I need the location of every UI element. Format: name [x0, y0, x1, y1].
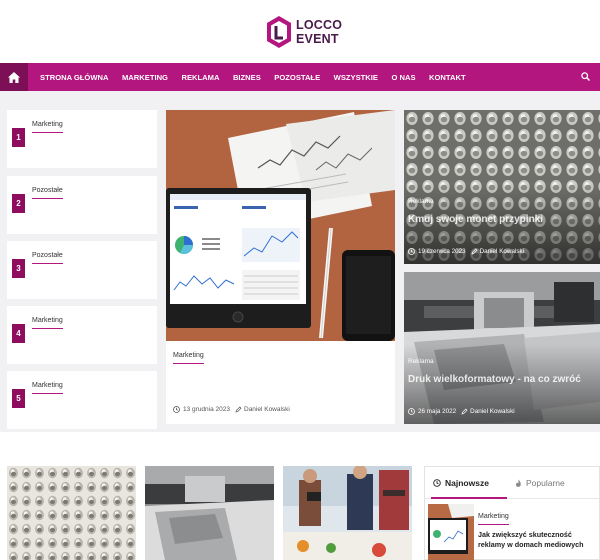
side-post-title[interactable]: Druk wielkoformatowy - na co zwróć — [408, 374, 581, 385]
side-post-title[interactable]: Kmuj swoje monet przypinki — [408, 214, 543, 225]
side-post-card[interactable]: Reklama Druk wielkoformatowy - na co zwr… — [404, 272, 600, 424]
pencil-icon — [461, 408, 468, 415]
main-navigation: STRONA GŁÓWNA MARKETING REKLAMA BIZNES P… — [0, 63, 600, 91]
nav-home-button[interactable] — [0, 63, 28, 91]
list-number-badge: 1 — [12, 128, 25, 147]
nav-item-wszystkie[interactable]: WSZYSTKIE — [334, 73, 378, 82]
search-icon[interactable] — [581, 72, 590, 81]
logo-hexagon-icon — [267, 16, 291, 48]
nav-item-biznes[interactable]: BIZNES — [233, 73, 261, 82]
featured-post-category[interactable]: Marketing — [173, 352, 204, 364]
featured-post-author[interactable]: Daniel Kowalski — [244, 406, 290, 413]
nav-item-pozostale[interactable]: POZOSTAŁE — [274, 73, 320, 82]
list-category-link[interactable]: Marketing — [32, 121, 63, 133]
list-item[interactable]: 2 Pozostałe — [7, 176, 157, 234]
post-thumbnail-photographers[interactable] — [283, 466, 412, 560]
clock-icon — [408, 248, 415, 255]
list-number-badge: 4 — [12, 324, 25, 343]
list-number-badge: 2 — [12, 194, 25, 213]
list-item[interactable]: 4 Marketing — [7, 306, 157, 364]
clock-icon — [408, 408, 415, 415]
tab-popular[interactable]: Popularne — [515, 478, 565, 488]
list-category-link[interactable]: Pozostałe — [32, 187, 63, 199]
latest-post-thumbnail[interactable] — [428, 504, 474, 560]
featured-post-card[interactable]: Marketing 13 grudnia 2023 Daniel Kowalsk… — [166, 110, 395, 424]
list-item[interactable]: 1 Marketing — [7, 110, 157, 168]
tab-newest-label: Najnowsze — [445, 478, 489, 488]
latest-post-title[interactable]: Jak zwiększyć skuteczność reklamy w doma… — [478, 530, 596, 550]
post-thumbnail-printer[interactable] — [145, 466, 274, 560]
logo-line-2: EVENT — [296, 32, 339, 46]
flame-icon — [516, 479, 521, 487]
clock-icon — [173, 406, 180, 413]
side-post-category[interactable]: Reklama — [408, 198, 434, 205]
side-post-category[interactable]: Reklama — [408, 358, 434, 365]
featured-post-image[interactable] — [166, 110, 395, 341]
side-post-meta: 19 czerwca 2023 Daniel Kowalski — [408, 248, 524, 255]
site-header: LOCCO EVENT — [0, 0, 600, 63]
list-item[interactable]: 5 Marketing — [7, 371, 157, 429]
list-category-link[interactable]: Marketing — [32, 317, 63, 329]
side-post-card[interactable]: Reklama Kmuj swoje monet przypinki 19 cz… — [404, 110, 600, 264]
home-icon — [8, 71, 20, 83]
tabs-widget: Najnowsze Popularne Marketing Jak zwięks… — [424, 466, 600, 560]
list-category-link[interactable]: Pozostałe — [32, 252, 63, 264]
tab-popular-label: Popularne — [526, 478, 565, 488]
pencil-icon — [235, 406, 242, 413]
featured-post-meta: 13 grudnia 2023 Daniel Kowalski — [173, 406, 290, 413]
nav-item-strona-glowna[interactable]: STRONA GŁÓWNA — [40, 73, 108, 82]
clock-icon — [433, 479, 441, 487]
list-item[interactable]: 3 Pozostałe — [7, 241, 157, 299]
list-number-badge: 5 — [12, 389, 25, 408]
logo-line-1: LOCCO — [296, 18, 343, 32]
list-category-link[interactable]: Marketing — [32, 382, 63, 394]
post-thumbnail-pins[interactable] — [7, 466, 136, 560]
site-logo[interactable]: LOCCO EVENT — [266, 12, 342, 52]
pencil-icon — [471, 248, 478, 255]
side-post-meta: 26 maja 2022 Daniel Kowalski — [408, 408, 515, 415]
nav-item-reklama[interactable]: REKLAMA — [181, 73, 219, 82]
featured-post-date[interactable]: 13 grudnia 2023 — [183, 406, 230, 413]
latest-post-category[interactable]: Marketing — [478, 513, 509, 525]
nav-item-o-nas[interactable]: O NAS — [391, 73, 415, 82]
side-post-date[interactable]: 26 maja 2022 — [418, 408, 456, 415]
nav-item-kontakt[interactable]: KONTAKT — [429, 73, 466, 82]
side-post-author[interactable]: Daniel Kowalski — [470, 408, 514, 415]
side-post-date[interactable]: 19 czerwca 2023 — [418, 248, 466, 255]
nav-item-marketing[interactable]: MARKETING — [122, 73, 168, 82]
list-number-badge: 3 — [12, 259, 25, 278]
side-post-author[interactable]: Daniel Kowalski — [480, 248, 524, 255]
active-tab-indicator — [431, 497, 507, 499]
tab-newest[interactable]: Najnowsze — [433, 478, 489, 488]
nav-menu: STRONA GŁÓWNA MARKETING REKLAMA BIZNES P… — [40, 73, 479, 82]
logo-text: LOCCO EVENT — [296, 18, 342, 46]
